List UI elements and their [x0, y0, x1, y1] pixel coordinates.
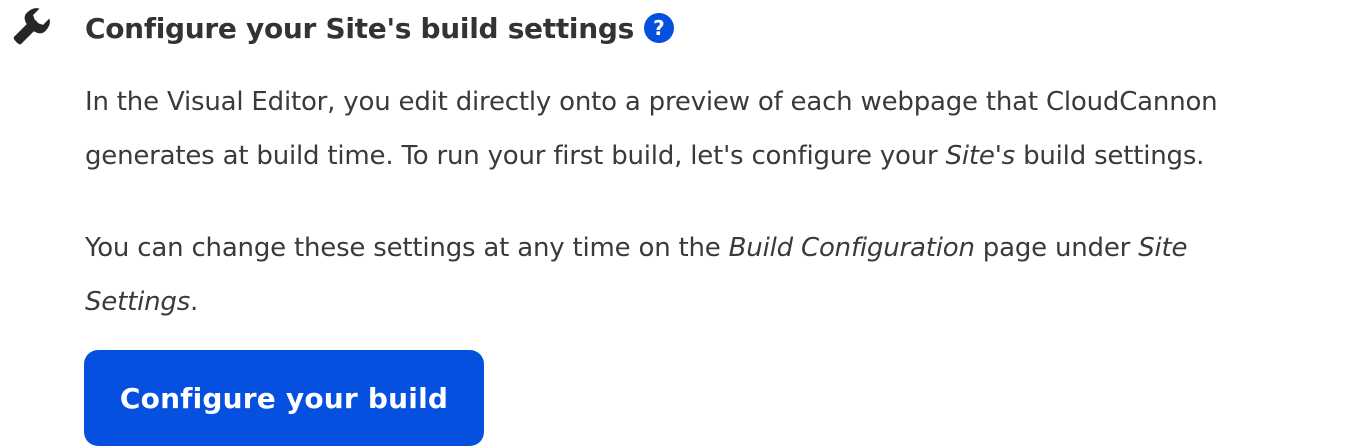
settings-note-line-2: Settings. — [85, 275, 1347, 329]
step-title: Configure your Site's build settings — [85, 11, 634, 45]
site-emphasis: Site's — [945, 141, 1016, 171]
question-mark-icon[interactable]: ? — [643, 13, 674, 43]
description-line-2: generates at build time. To run your fir… — [85, 141, 946, 171]
settings-note-line-1: You can change these settings at any tim… — [85, 221, 1347, 275]
description-line-1: In the Visual Editor, you edit directly … — [85, 87, 1218, 117]
settings-note-paragraph: You can change these settings at any tim… — [85, 221, 1347, 329]
site-settings-emphasis-part1: Site — [1138, 233, 1188, 263]
description-line-2-end: build settings. — [1015, 141, 1205, 171]
settings-note-middle: page under — [974, 233, 1139, 263]
build-configuration-emphasis: Build Configuration — [728, 233, 975, 263]
site-settings-emphasis-part2: Settings — [85, 287, 191, 317]
configure-build-button[interactable]: Configure your build — [84, 350, 484, 446]
description-paragraph: In the Visual Editor, you edit directly … — [85, 75, 1347, 183]
step-header: Configure your Site's build settings ? — [85, 8, 674, 48]
settings-note-period: . — [190, 287, 199, 317]
help-badge-label: ? — [653, 16, 665, 40]
wrench-icon — [13, 8, 50, 45]
settings-note-text: You can change these settings at any tim… — [85, 233, 729, 263]
